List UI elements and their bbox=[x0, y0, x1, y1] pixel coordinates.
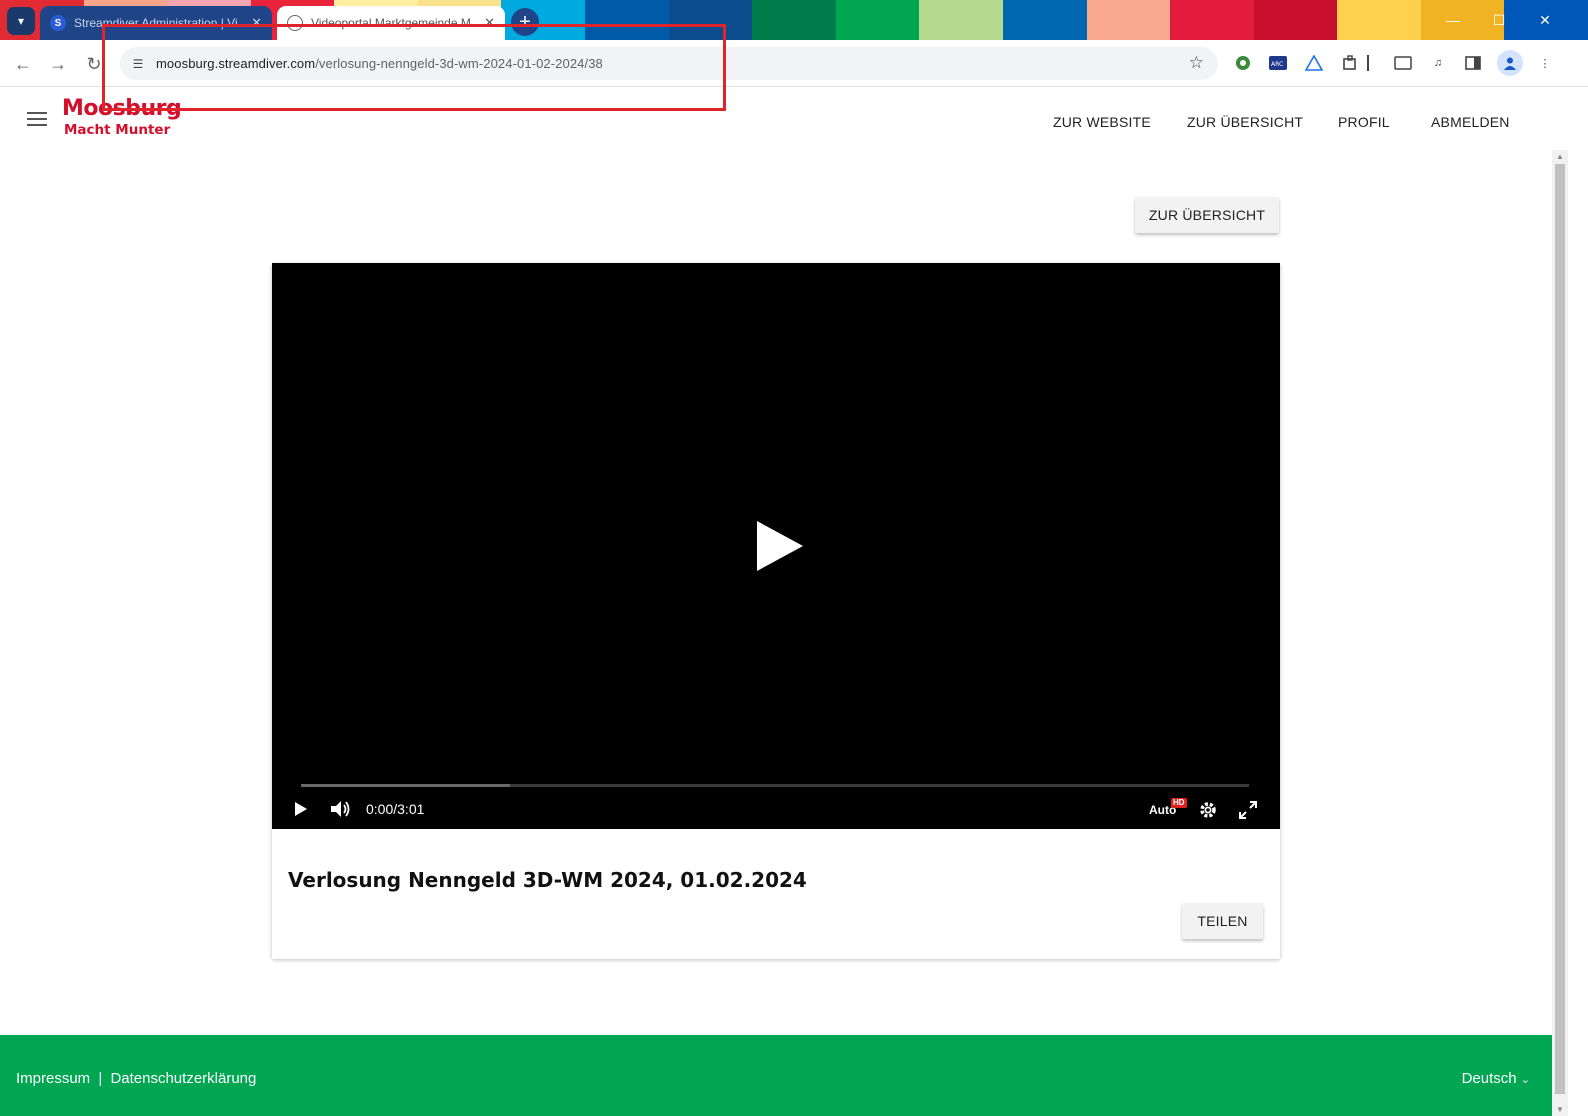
globe-favicon-icon bbox=[287, 15, 303, 31]
back-to-overview-button[interactable]: ZUR ÜBERSICHT bbox=[1135, 197, 1279, 233]
close-tab-icon[interactable]: ✕ bbox=[484, 15, 495, 31]
video-card: 0:00/3:01 Auto HD Verlosung Nenngeld 3D-… bbox=[272, 263, 1280, 959]
moosburg-logo[interactable]: Moosburg Macht Munter bbox=[62, 96, 182, 138]
extension-arc-icon[interactable]: ARC bbox=[1268, 53, 1288, 73]
page-content: Moosburg Macht Munter ZUR WEBSITE ZUR ÜB… bbox=[0, 87, 1552, 1116]
nav-zur-uebersicht[interactable]: ZUR ÜBERSICHT bbox=[1187, 114, 1303, 130]
cast-icon[interactable] bbox=[1393, 53, 1413, 73]
extensions-puzzle-icon[interactable] bbox=[1340, 53, 1360, 73]
tab-videoportal[interactable]: Videoportal Marktgemeinde M ✕ bbox=[277, 6, 505, 40]
url-host: moosburg.streamdiver.com bbox=[156, 56, 316, 71]
volume-icon[interactable] bbox=[330, 799, 352, 819]
extension-triangle-icon[interactable] bbox=[1304, 53, 1324, 73]
chevron-down-icon: ⌄ bbox=[1520, 1074, 1530, 1086]
logo-wordmark: Moosburg bbox=[62, 96, 182, 121]
tabstrip-color-stripe bbox=[1253, 0, 1338, 40]
toolbar-divider bbox=[1366, 53, 1370, 73]
media-controls-icon[interactable]: ♫ bbox=[1428, 53, 1448, 73]
tab-search-dropdown-icon[interactable]: ▾ bbox=[7, 7, 35, 35]
back-arrow-icon[interactable]: ← bbox=[9, 50, 37, 78]
tabstrip-color-stripe bbox=[1002, 0, 1087, 40]
nav-zur-website[interactable]: ZUR WEBSITE bbox=[1053, 114, 1151, 130]
settings-gear-icon[interactable] bbox=[1198, 800, 1218, 820]
profile-avatar-icon[interactable] bbox=[1497, 50, 1523, 76]
extension-shield-icon[interactable] bbox=[1233, 53, 1253, 73]
tab-streamdiver-admin[interactable]: S Streamdiver Administration | Vi ✕ bbox=[40, 6, 272, 40]
tabstrip-color-stripe bbox=[585, 0, 669, 40]
tabstrip-color-stripe bbox=[919, 0, 1003, 40]
forward-arrow-icon[interactable]: → bbox=[44, 50, 72, 78]
tab-title: Videoportal Marktgemeinde M bbox=[311, 16, 471, 30]
scroll-up-icon[interactable]: ▲ bbox=[1556, 152, 1564, 161]
maximize-icon[interactable]: ☐ bbox=[1476, 0, 1522, 40]
seek-bar[interactable] bbox=[301, 784, 1249, 787]
video-player[interactable]: 0:00/3:01 Auto HD bbox=[272, 263, 1280, 829]
svg-text:ARC: ARC bbox=[1271, 61, 1283, 68]
tabstrip-color-stripe bbox=[1337, 0, 1421, 40]
video-title: Verlosung Nenngeld 3D-WM 2024, 01.02.202… bbox=[288, 868, 807, 892]
privacy-link[interactable]: Datenschutzerklärung bbox=[110, 1070, 256, 1087]
tabstrip-color-stripe bbox=[1086, 0, 1171, 40]
footer-links: Impressum | Datenschutzerklärung bbox=[16, 1070, 256, 1087]
browser-toolbar: ← → ↻ ☰ moosburg.streamdiver.com/verlosu… bbox=[0, 40, 1588, 87]
share-button[interactable]: TEILEN bbox=[1182, 903, 1263, 939]
streamdiver-favicon-icon: S bbox=[50, 15, 66, 31]
tabstrip-color-stripe bbox=[1170, 0, 1254, 40]
url-text[interactable]: moosburg.streamdiver.com/verlosung-nenng… bbox=[156, 56, 603, 71]
big-play-icon[interactable] bbox=[755, 519, 805, 573]
nav-profil[interactable]: PROFIL bbox=[1338, 114, 1390, 130]
site-info-icon[interactable]: ☰ bbox=[128, 54, 148, 74]
address-bar[interactable]: ☰ moosburg.streamdiver.com/verlosung-nen… bbox=[120, 47, 1218, 80]
close-tab-icon[interactable]: ✕ bbox=[251, 15, 262, 31]
hd-badge: HD bbox=[1171, 798, 1187, 808]
browser-menu-kebab-icon[interactable]: ⋮ bbox=[1535, 53, 1555, 73]
bookmark-star-icon[interactable]: ☆ bbox=[1189, 53, 1204, 73]
close-window-icon[interactable]: ✕ bbox=[1522, 0, 1568, 40]
footer-separator: | bbox=[98, 1070, 103, 1087]
scrollbar-thumb[interactable] bbox=[1555, 164, 1565, 1094]
time-display: 0:00/3:01 bbox=[366, 801, 425, 817]
tabstrip-color-stripe bbox=[835, 0, 920, 40]
tab-title: Streamdiver Administration | Vi bbox=[74, 16, 238, 30]
nav-abmelden[interactable]: ABMELDEN bbox=[1431, 114, 1510, 130]
tabstrip-color-stripe bbox=[668, 0, 753, 40]
language-label: Deutsch bbox=[1461, 1070, 1517, 1087]
buffered-bar bbox=[301, 784, 510, 787]
url-path: /verlosung-nenngeld-3d-wm-2024-01-02-202… bbox=[315, 56, 603, 71]
page-scrollbar[interactable]: ▲ ▼ bbox=[1552, 150, 1568, 1116]
minimize-icon[interactable]: — bbox=[1430, 0, 1476, 40]
tabstrip-color-stripe bbox=[752, 0, 836, 40]
reload-icon[interactable]: ↻ bbox=[80, 50, 108, 78]
play-icon[interactable] bbox=[292, 800, 310, 818]
side-panel-icon[interactable] bbox=[1463, 53, 1483, 73]
hamburger-menu-icon[interactable] bbox=[27, 112, 47, 126]
footer: Impressum | Datenschutzerklärung Deutsch… bbox=[0, 1035, 1552, 1116]
new-tab-plus-icon[interactable]: + bbox=[511, 8, 539, 36]
logo-tagline: Macht Munter bbox=[64, 122, 171, 138]
fullscreen-icon[interactable] bbox=[1238, 800, 1258, 820]
language-selector[interactable]: Deutsch ⌄ bbox=[1462, 1070, 1530, 1087]
scroll-down-icon[interactable]: ▼ bbox=[1556, 1105, 1564, 1114]
impressum-link[interactable]: Impressum bbox=[16, 1070, 90, 1087]
